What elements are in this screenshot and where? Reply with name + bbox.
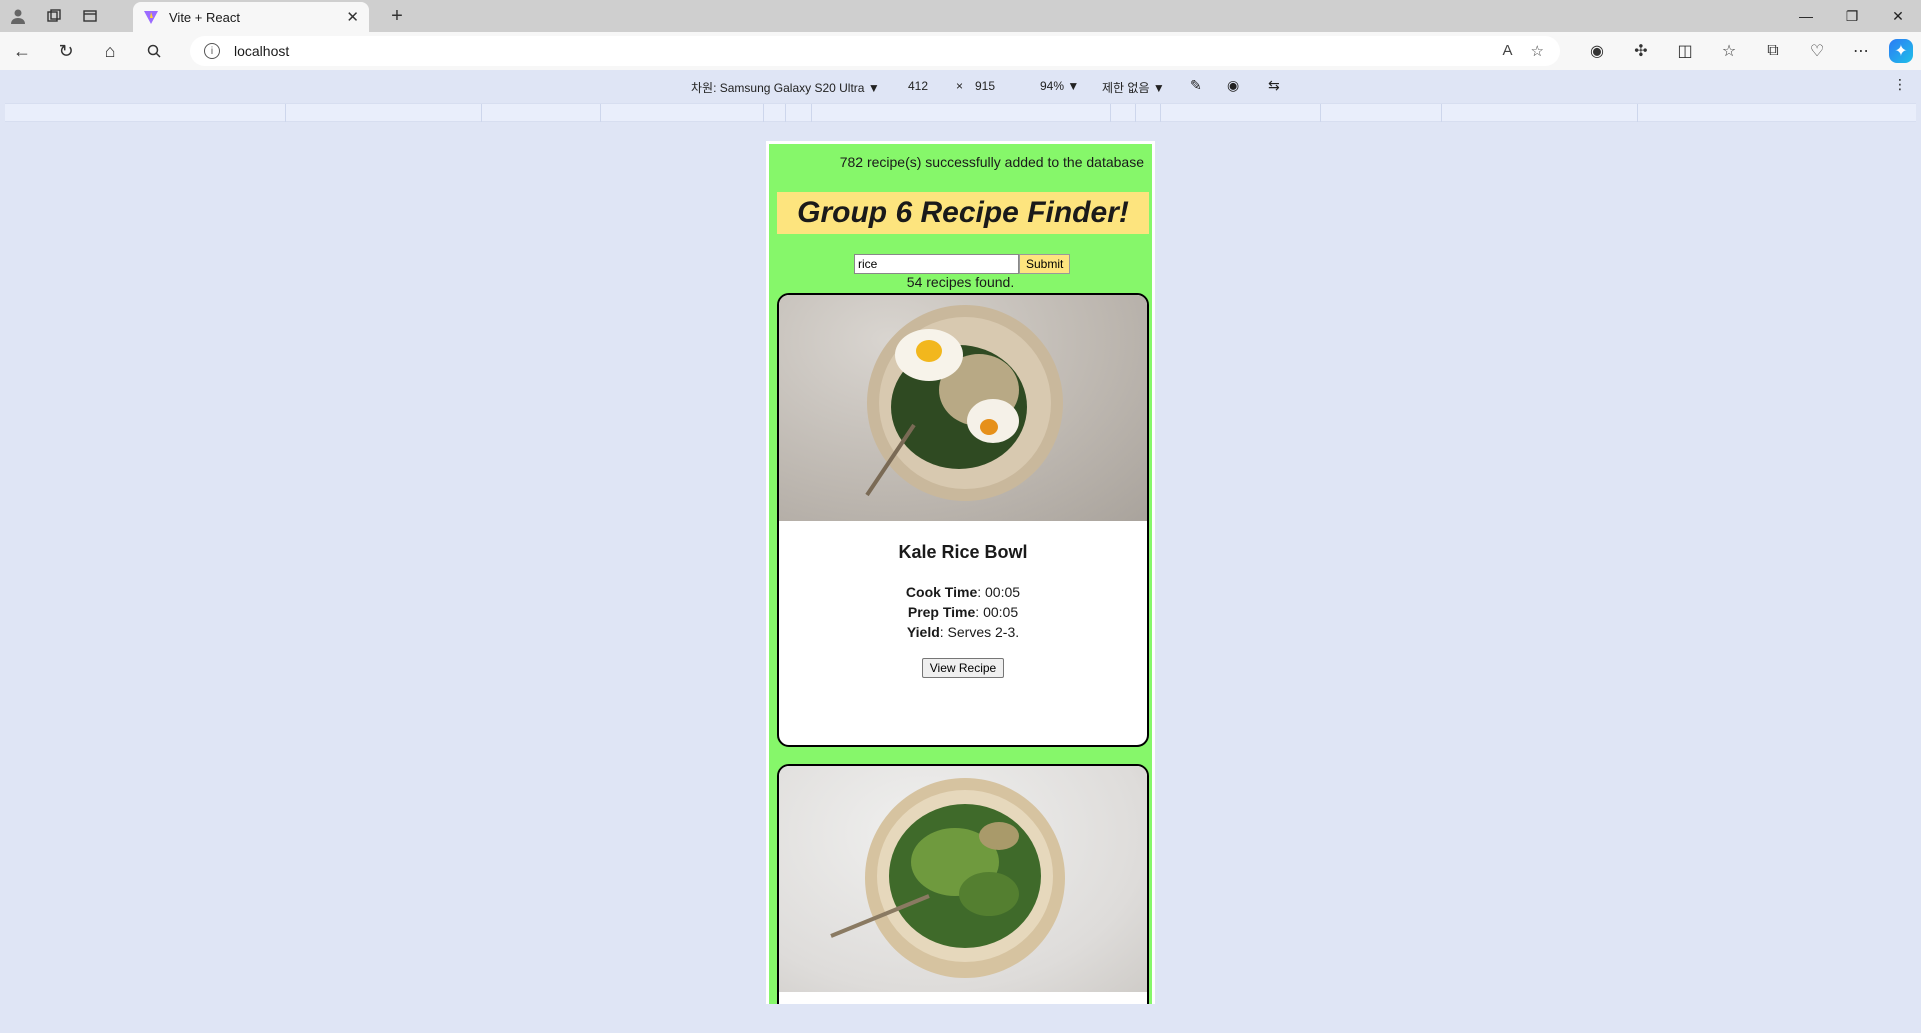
- recipe-image: [779, 295, 1147, 521]
- zoom-select[interactable]: 94% ▼: [1040, 79, 1079, 93]
- tab-vite-react[interactable]: Vite + React ✕: [133, 2, 369, 32]
- status-message: 782 recipe(s) successfully added to the …: [839, 154, 1144, 170]
- back-icon[interactable]: ←: [0, 32, 44, 70]
- dimension-separator: ×: [956, 79, 964, 93]
- yield: Yield: Serves 2-3.: [779, 622, 1147, 642]
- prep-time-value: : 00:05: [975, 604, 1019, 620]
- copilot-icon[interactable]: ✦: [1889, 39, 1913, 63]
- tab-actions-icon[interactable]: [72, 0, 108, 32]
- read-aloud-icon[interactable]: A: [1503, 42, 1513, 60]
- refresh-icon[interactable]: ↻: [44, 32, 88, 70]
- submit-button[interactable]: Submit: [1019, 254, 1071, 274]
- throttle-select[interactable]: 제한 없음 ▼: [1102, 79, 1165, 96]
- device-select[interactable]: 차원: Samsung Galaxy S20 Ultra ▼: [691, 79, 880, 96]
- prep-time-label: Prep Time: [907, 604, 976, 620]
- workspaces-icon[interactable]: [36, 0, 72, 32]
- eyedropper-icon[interactable]: ✎: [1190, 77, 1202, 94]
- vision-icon[interactable]: ◉: [1227, 77, 1239, 94]
- recipe-card: [777, 764, 1149, 1004]
- tab-strip: Vite + React ✕ + — ❐ ✕: [0, 0, 1921, 32]
- cook-time-value: : 00:05: [977, 584, 1021, 600]
- close-window-icon[interactable]: ✕: [1875, 0, 1921, 32]
- favorite-star-icon[interactable]: ☆: [1531, 42, 1544, 60]
- yield-value: : Serves 2-3.: [939, 624, 1020, 640]
- window-controls: — ❐ ✕: [1783, 0, 1921, 32]
- close-tab-icon[interactable]: ✕: [346, 8, 359, 26]
- cook-time-label: Cook Time: [905, 584, 978, 600]
- browser-toolbar: ◉ ✣ ◫ ☆ ⧉ ♡ ⋯ ✦: [1581, 32, 1913, 70]
- page-title: Group 6 Recipe Finder!: [777, 192, 1149, 234]
- recipe-title: Kale Rice Bowl: [898, 542, 1028, 562]
- address-bar: ← ↻ ⌂ i localhost A ☆ ◉ ✣ ◫ ☆ ⧉ ♡ ⋯ ✦: [0, 32, 1921, 70]
- favorites-icon[interactable]: ☆: [1713, 35, 1745, 67]
- minimize-icon[interactable]: —: [1783, 0, 1829, 32]
- vite-logo-icon: [144, 11, 158, 24]
- search-icon[interactable]: [132, 32, 176, 70]
- extension-badge-icon[interactable]: ◉: [1581, 35, 1613, 67]
- rotate-icon[interactable]: ⇆: [1268, 77, 1280, 94]
- tab-title: Vite + React: [169, 9, 240, 25]
- search-input[interactable]: [854, 254, 1019, 274]
- browser-essentials-icon[interactable]: ♡: [1801, 35, 1833, 67]
- device-label: 차원: Samsung Galaxy S20 Ultra: [691, 81, 865, 95]
- recipe-image: [779, 766, 1147, 992]
- cook-time: Cook Time: 00:05: [779, 582, 1147, 602]
- url-field[interactable]: i localhost A ☆: [190, 36, 1560, 66]
- view-recipe-button[interactable]: View Recipe: [921, 658, 1005, 678]
- recipe-app: 782 recipe(s) successfully added to the …: [769, 144, 1152, 1004]
- throttle-label: 제한 없음: [1102, 81, 1150, 95]
- profile-icon[interactable]: [0, 0, 36, 32]
- search-form: Submit: [854, 254, 1071, 274]
- site-info-icon[interactable]: i: [204, 43, 220, 59]
- collections-icon[interactable]: ⧉: [1757, 35, 1789, 67]
- extensions-puzzle-icon[interactable]: ✣: [1625, 35, 1657, 67]
- height-field[interactable]: 915: [975, 79, 995, 93]
- home-icon[interactable]: ⌂: [88, 32, 132, 70]
- device-toolbar: 차원: Samsung Galaxy S20 Ultra ▼ 412 × 915…: [5, 70, 1916, 103]
- zoom-label: 94%: [1040, 79, 1065, 93]
- prep-time: Prep Time: 00:05: [779, 602, 1147, 622]
- width-field[interactable]: 412: [908, 79, 928, 93]
- split-screen-icon[interactable]: ◫: [1669, 35, 1701, 67]
- restore-icon[interactable]: ❐: [1829, 0, 1875, 32]
- new-tab-icon[interactable]: +: [382, 0, 412, 32]
- result-count: 54 recipes found.: [906, 274, 1015, 290]
- more-menu-icon[interactable]: ⋯: [1845, 35, 1877, 67]
- recipe-card: Kale Rice Bowl Cook Time: 00:05 Prep Tim…: [777, 293, 1149, 747]
- device-more-icon[interactable]: ⋮: [1893, 76, 1907, 93]
- media-query-ruler: [5, 103, 1916, 122]
- yield-label: Yield: [906, 624, 940, 640]
- device-viewport: 782 recipe(s) successfully added to the …: [766, 141, 1155, 1004]
- url-text: localhost: [234, 43, 290, 59]
